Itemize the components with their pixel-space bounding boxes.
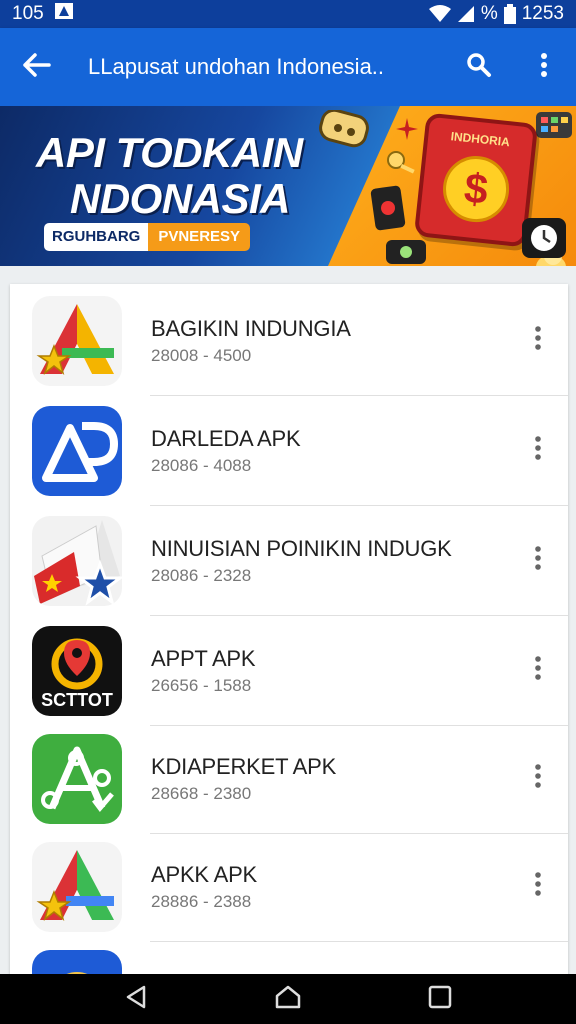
page-title: LLapusat undohan Indonesia.. [88,54,385,79]
back-button[interactable] [0,28,74,106]
app-subtitle: 28008 - 4500 [151,346,252,365]
app-title: DARLEDA APK [151,426,301,451]
list-item[interactable]: KDIAPERKET APK 28668 - 2380 [10,724,568,834]
list-item[interactable]: SCTTOT APPT APK 26656 - 1588 [10,616,568,726]
flag-star-icon [32,516,122,606]
green-a-icon [32,734,122,824]
status-time-right: 1253 [521,3,564,24]
list-item[interactable]: DARLEDA APK 28086 - 4088 [10,396,568,506]
banner-pill: RGUHBARG PVNERESY [44,223,251,251]
notification-icon [54,2,74,26]
banner-pill-left: RGUHBARG [44,223,149,251]
item-overflow-button[interactable] [522,648,554,692]
app-title: BAGIKIN INDUNGIA [151,316,351,341]
app-bar: LLapusat undohan Indonesia.. [0,28,576,106]
more-vert-icon [534,435,542,465]
nav-recents-button[interactable] [410,974,470,1024]
search-icon [466,52,492,83]
map-pin-icon-text: SCTTOT [41,690,113,710]
banner-pill-right: PVNERESY [148,223,251,251]
battery-icon [503,4,516,24]
triangle-star-icon [32,842,122,932]
back-arrow-icon [23,52,51,82]
search-button[interactable] [446,28,512,106]
app-subtitle: 28086 - 4088 [151,456,252,475]
item-overflow-button[interactable] [522,538,554,582]
app-subtitle: 28668 - 2380 [151,784,252,803]
more-vert-icon [540,52,548,82]
signal-icon [457,5,475,23]
map-pin-icon: SCTTOT [32,626,122,716]
calendar-icon [534,110,574,145]
more-vert-icon [534,325,542,355]
system-nav-bar [0,974,576,1024]
nav-home-button[interactable] [258,974,318,1024]
app-subtitle: 28886 - 2388 [151,892,252,911]
back-triangle-icon [125,985,147,1014]
app-title: APKK APK [151,862,258,887]
app-list: BAGIKIN INDUNGIA 28008 - 4500 DARLEDA AP… [10,284,568,984]
coin-symbol: $ [439,152,513,226]
list-item[interactable]: NINUISIAN POINIKIN INDUGK 28086 - 2328 [10,506,568,616]
item-overflow-button[interactable] [522,756,554,800]
phone-icon [370,184,406,237]
app-subtitle: 26656 - 1588 [151,676,252,695]
toy-icon [318,108,370,153]
triangle-star-icon [32,296,122,386]
item-overflow-button[interactable] [522,318,554,362]
list-item[interactable]: BAGIKIN INDUNGIA 28008 - 4500 [10,286,568,396]
clock-icon [520,216,568,265]
sparkle-icon [396,118,418,145]
battery-percent-label: % [480,3,498,24]
overflow-menu-button[interactable] [512,28,576,106]
more-vert-icon [534,655,542,685]
home-icon [274,985,302,1014]
status-bar: 105 % 1253 [0,0,576,28]
more-vert-icon [534,871,542,901]
item-overflow-button[interactable] [522,864,554,908]
promo-banner[interactable]: API TODKAIN NDONASIA RGUHBARG PVNERESY I… [0,106,576,266]
app-title: APPT APK [151,646,256,671]
banner-title-line2: NDONASIA [70,175,291,222]
recents-square-icon [428,985,452,1014]
app-title: KDIAPERKET APK [151,754,337,779]
app-subtitle: 28086 - 2328 [151,566,252,585]
key-icon [386,148,422,181]
gadget-icon [384,236,428,266]
banner-title: API TODKAIN NDONASIA [36,130,303,222]
more-vert-icon [534,763,542,793]
app-title: NINUISIAN POINIKIN INDUGK [151,536,452,561]
list-item[interactable]: APKK APK 28886 - 2388 [10,832,568,942]
status-time-left: 105 [12,3,44,24]
wallet-label: INDHORIA [450,129,511,150]
more-vert-icon [534,545,542,575]
item-overflow-button[interactable] [522,428,554,472]
ap-logo-icon [32,406,122,496]
wifi-icon [428,5,451,23]
banner-title-line1: API TODKAIN [36,129,303,176]
nav-back-button[interactable] [106,974,166,1024]
